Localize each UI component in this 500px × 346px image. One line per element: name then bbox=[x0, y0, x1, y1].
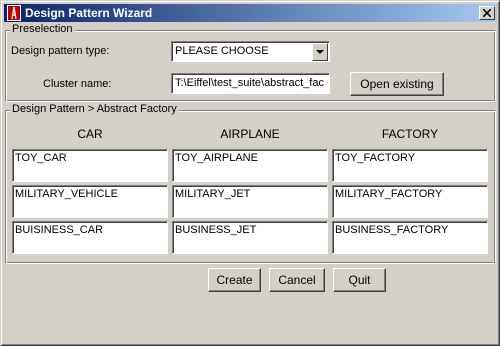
cell-value: MILITARY_VEHICLE bbox=[15, 188, 118, 200]
cluster-name-value: T:\Eiffel\test_suite\abstract_fac bbox=[175, 77, 324, 89]
factory-name-field[interactable]: MILITARY_FACTORY bbox=[332, 185, 488, 218]
design-pattern-wizard-window: Design Pattern Wizard Preselection Desig… bbox=[0, 0, 500, 346]
cell-value: TOY_CAR bbox=[15, 152, 67, 164]
chevron-down-icon bbox=[316, 50, 324, 54]
dropdown-arrow-button[interactable] bbox=[312, 43, 328, 61]
airplane-product-field[interactable]: MILITARY_JET bbox=[172, 185, 328, 218]
title-bar[interactable]: Design Pattern Wizard bbox=[4, 4, 497, 22]
column-header-factory: FACTORY bbox=[381, 127, 439, 141]
cell-value: TOY_AIRPLANE bbox=[175, 152, 258, 164]
pattern-type-label: Design pattern type: bbox=[11, 45, 110, 57]
car-product-field[interactable]: BUISINESS_CAR bbox=[12, 221, 168, 254]
pattern-type-value: PLEASE CHOOSE bbox=[175, 45, 269, 57]
car-product-field[interactable]: MILITARY_VEHICLE bbox=[12, 185, 168, 218]
close-button[interactable] bbox=[479, 6, 495, 20]
factory-name-field[interactable]: BUSINESS_FACTORY bbox=[332, 221, 488, 254]
cell-value: TOY_FACTORY bbox=[335, 152, 416, 164]
window-title: Design Pattern Wizard bbox=[25, 6, 153, 20]
quit-label: Quit bbox=[348, 273, 371, 287]
cell-value: MILITARY_FACTORY bbox=[335, 188, 443, 200]
column-header-car: CAR bbox=[77, 127, 103, 141]
create-button[interactable]: Create bbox=[208, 268, 261, 292]
open-existing-button[interactable]: Open existing bbox=[350, 72, 444, 96]
factory-name-field[interactable]: TOY_FACTORY bbox=[332, 149, 488, 182]
cancel-button[interactable]: Cancel bbox=[269, 268, 325, 292]
close-icon bbox=[483, 9, 491, 17]
cell-value: BUSINESS_FACTORY bbox=[335, 224, 449, 236]
column-header-airplane: AIRPLANE bbox=[220, 127, 280, 141]
eiffel-tower-icon bbox=[7, 5, 21, 21]
preselection-legend: Preselection bbox=[10, 23, 75, 35]
abstract-factory-legend: Design Pattern > Abstract Factory bbox=[10, 103, 179, 115]
cancel-label: Cancel bbox=[278, 273, 316, 287]
cluster-name-input[interactable]: T:\Eiffel\test_suite\abstract_fac bbox=[171, 73, 330, 94]
cell-value: MILITARY_JET bbox=[175, 188, 251, 200]
cell-value: BUISINESS_CAR bbox=[15, 224, 104, 236]
airplane-product-field[interactable]: BUSINESS_JET bbox=[172, 221, 328, 254]
quit-button[interactable]: Quit bbox=[333, 268, 386, 292]
car-product-field[interactable]: TOY_CAR bbox=[12, 149, 168, 182]
pattern-type-select[interactable]: PLEASE CHOOSE bbox=[171, 41, 330, 62]
create-label: Create bbox=[216, 273, 253, 287]
airplane-product-field[interactable]: TOY_AIRPLANE bbox=[172, 149, 328, 182]
cell-value: BUSINESS_JET bbox=[175, 224, 257, 236]
open-existing-label: Open existing bbox=[360, 77, 434, 91]
cluster-name-label: Cluster name: bbox=[43, 78, 112, 90]
